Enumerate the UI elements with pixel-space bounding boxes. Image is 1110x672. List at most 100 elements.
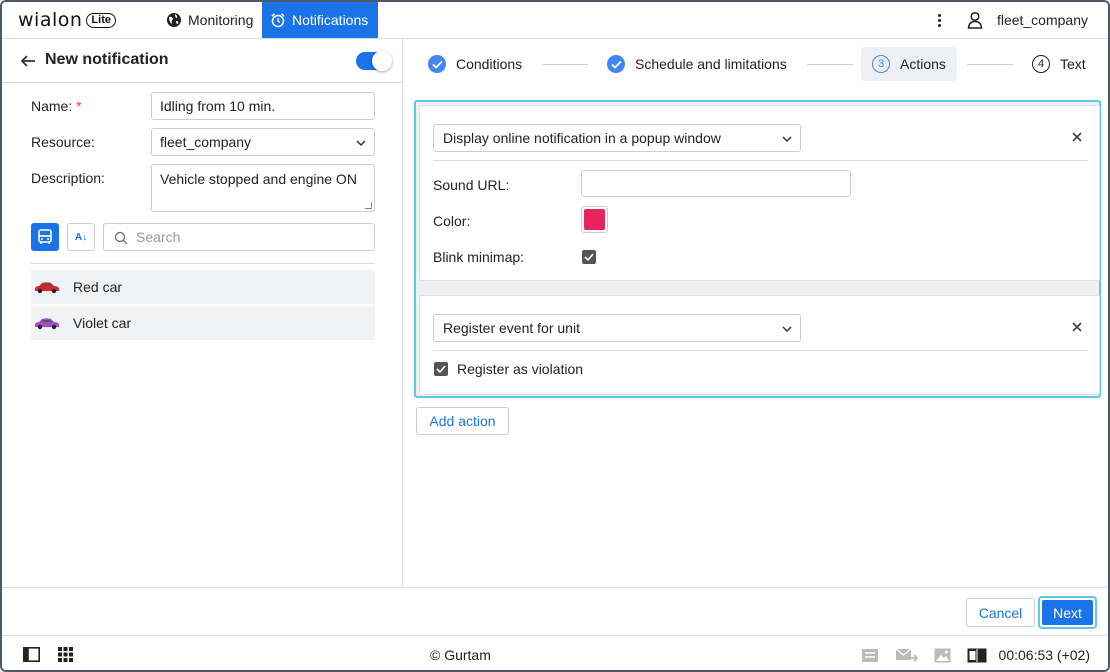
- chevron-down-icon: [782, 326, 792, 333]
- step-label: Text: [1060, 56, 1086, 72]
- action-card-register-event: Register event for unit Register as viol…: [419, 295, 1100, 395]
- step-connector: [542, 64, 588, 65]
- copyright: © Gurtam: [430, 647, 491, 663]
- divider: [433, 160, 1088, 161]
- nav-monitoring-label: Monitoring: [188, 12, 254, 28]
- name-input[interactable]: Idling from 10 min.: [151, 92, 375, 120]
- name-label: Name: *: [31, 98, 82, 114]
- actions-list: Display online notification in a popup w…: [414, 100, 1101, 398]
- name-label-text: Name:: [31, 98, 73, 114]
- description-textarea[interactable]: Vehicle stopped and engine ON: [151, 164, 375, 212]
- step-label: Actions: [900, 56, 946, 72]
- nav-notifications-label: Notifications: [292, 12, 369, 28]
- register-violation-checkbox[interactable]: [434, 362, 448, 376]
- step-text[interactable]: 4 Text: [1032, 47, 1086, 81]
- close-icon[interactable]: [1071, 321, 1083, 333]
- search-icon: [114, 231, 128, 245]
- register-violation-label[interactable]: Register as violation: [457, 361, 583, 377]
- checkmark-icon: [584, 253, 594, 261]
- required-mark: *: [76, 98, 82, 114]
- unit-name: Violet car: [73, 315, 132, 331]
- violet-car-icon: [35, 318, 59, 330]
- step-number: 3: [872, 55, 890, 73]
- more-options-icon[interactable]: [930, 11, 948, 29]
- chevron-down-icon: [356, 140, 366, 147]
- apps-grid-icon[interactable]: [58, 647, 73, 662]
- top-bar: wialon Lite Monitoring Notifications fle…: [2, 2, 1108, 39]
- notification-properties-panel: New notification Name: * Idling from 10 …: [2, 39, 403, 587]
- sort-icon: A↓: [74, 231, 88, 243]
- step-number: 4: [1032, 55, 1050, 73]
- book-icon[interactable]: [967, 648, 987, 663]
- step-connector: [807, 64, 853, 65]
- user-icon: [967, 11, 983, 29]
- checkmark-icon: [436, 365, 446, 373]
- back-arrow-icon[interactable]: [20, 53, 36, 69]
- check-circle-icon: [428, 55, 446, 73]
- sort-button[interactable]: A↓: [67, 223, 95, 251]
- red-car-icon: [35, 282, 59, 294]
- resource-select[interactable]: fleet_company: [151, 128, 375, 156]
- step-connector: [967, 64, 1013, 65]
- unit-row-violet-car[interactable]: Violet car: [31, 306, 375, 340]
- wizard-panel: Conditions Schedule and limitations 3 Ac…: [404, 39, 1108, 587]
- cancel-button[interactable]: Cancel: [966, 598, 1035, 627]
- nav-notifications[interactable]: Notifications: [262, 2, 378, 38]
- color-picker[interactable]: [581, 206, 608, 233]
- resource-label: Resource:: [31, 134, 95, 150]
- status-bar: © Gurtam 00:06:53 (+02): [2, 635, 1108, 670]
- unit-search-input[interactable]: Search: [103, 223, 375, 251]
- step-label: Schedule and limitations: [635, 56, 787, 72]
- sidebar-toggle-icon[interactable]: [23, 647, 40, 662]
- action-type-value: Display online notification in a popup w…: [443, 130, 721, 146]
- resource-value: fleet_company: [160, 134, 252, 150]
- logo-text: wialon: [18, 9, 83, 31]
- image-icon[interactable]: [934, 648, 951, 663]
- step-label: Conditions: [456, 56, 523, 72]
- color-swatch-fill: [584, 209, 605, 230]
- close-icon[interactable]: [1071, 131, 1083, 143]
- logo-badge: Lite: [86, 12, 116, 28]
- wialon-logo[interactable]: wialon Lite: [18, 10, 116, 30]
- unit-name: Red car: [73, 279, 123, 295]
- units-filter-button[interactable]: [31, 223, 59, 251]
- resize-handle[interactable]: [365, 202, 372, 209]
- color-label: Color:: [433, 213, 471, 229]
- action-type-select[interactable]: Register event for unit: [433, 314, 801, 342]
- unit-row-red-car[interactable]: Red car: [31, 270, 375, 304]
- action-card-popup: Display online notification in a popup w…: [419, 105, 1100, 281]
- action-type-select[interactable]: Display online notification in a popup w…: [433, 124, 801, 152]
- step-actions[interactable]: 3 Actions: [861, 47, 957, 81]
- nav-monitoring[interactable]: Monitoring: [158, 2, 261, 38]
- next-button[interactable]: Next: [1038, 596, 1097, 629]
- divider: [31, 263, 375, 264]
- blink-minimap-label: Blink minimap:: [433, 249, 525, 265]
- step-conditions[interactable]: Conditions: [428, 47, 522, 81]
- user-menu[interactable]: fleet_company: [967, 2, 1088, 38]
- enable-toggle[interactable]: [356, 51, 392, 71]
- wizard-steps: Conditions Schedule and limitations 3 Ac…: [404, 39, 1108, 89]
- step-schedule[interactable]: Schedule and limitations: [607, 47, 787, 81]
- action-type-value: Register event for unit: [443, 320, 580, 336]
- panel-header: New notification: [2, 39, 402, 83]
- description-label: Description:: [31, 170, 105, 186]
- add-action-button[interactable]: Add action: [416, 407, 509, 435]
- page-title: New notification: [45, 51, 169, 68]
- bus-icon: [38, 229, 52, 244]
- app-window: wialon Lite Monitoring Notifications fle…: [0, 0, 1110, 672]
- username: fleet_company: [996, 12, 1088, 28]
- divider: [433, 350, 1088, 351]
- sound-url-input[interactable]: [581, 170, 851, 197]
- blink-minimap-checkbox[interactable]: [582, 250, 596, 264]
- sound-url-label: Sound URL:: [433, 177, 510, 193]
- session-clock: 00:06:53 (+02): [998, 647, 1090, 663]
- alarm-clock-icon: [271, 13, 285, 28]
- next-button-label: Next: [1042, 600, 1093, 625]
- mail-forward-icon[interactable]: [895, 647, 919, 663]
- chevron-down-icon: [782, 136, 792, 143]
- messages-icon[interactable]: [861, 648, 879, 663]
- footer-buttons: Cancel Next: [2, 587, 1108, 634]
- search-placeholder: Search: [136, 229, 181, 245]
- globe-icon: [167, 13, 181, 27]
- check-circle-icon: [607, 55, 625, 73]
